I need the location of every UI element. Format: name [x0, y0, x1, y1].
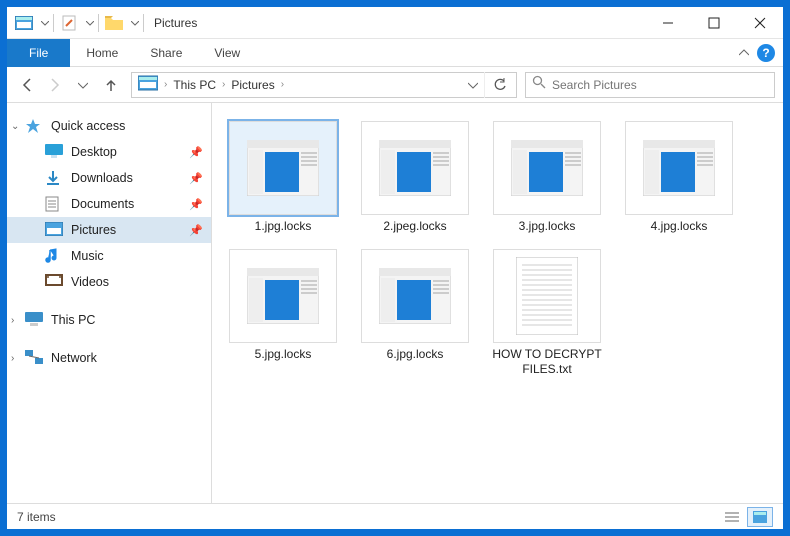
pictures-folder-icon — [138, 75, 158, 95]
close-button[interactable] — [737, 7, 783, 39]
sidebar-label: Downloads — [71, 171, 133, 185]
tab-view[interactable]: View — [198, 39, 256, 67]
tab-share[interactable]: Share — [134, 39, 198, 67]
files-pane[interactable]: 1.jpg.locks 2.jpeg.locks 3.jpg.locks 4.jpg.… — [212, 103, 783, 503]
file-thumbnail — [229, 121, 337, 215]
breadcrumb-pictures[interactable]: Pictures — [227, 73, 278, 97]
titlebar: Pictures — [7, 7, 783, 39]
chevron-down-icon[interactable] — [41, 14, 49, 32]
file-item[interactable]: 2.jpeg.locks — [354, 117, 476, 239]
file-thumbnail — [493, 121, 601, 215]
chevron-right-icon[interactable]: › — [162, 79, 169, 90]
file-item[interactable]: 5.jpg.locks — [222, 245, 344, 382]
sidebar-label: Videos — [71, 275, 109, 289]
forward-button[interactable] — [43, 73, 67, 97]
maximize-button[interactable] — [691, 7, 737, 39]
file-name: 3.jpg.locks — [519, 219, 576, 235]
downloads-icon — [45, 170, 63, 186]
ribbon: File Home Share View ? — [7, 39, 783, 67]
sidebar-this-pc[interactable]: › This PC — [7, 307, 211, 333]
desktop-icon — [45, 144, 63, 160]
properties-icon[interactable] — [58, 12, 80, 34]
file-thumbnail — [493, 249, 601, 343]
computer-icon — [25, 312, 43, 328]
sidebar-label: Network — [51, 351, 97, 365]
sidebar-item-pictures[interactable]: Pictures 📌 — [7, 217, 211, 243]
file-item[interactable]: 4.jpg.locks — [618, 117, 740, 239]
pin-icon: 📌 — [189, 146, 203, 159]
thumbnails-view-button[interactable] — [747, 507, 773, 527]
pictures-icon — [45, 222, 63, 238]
file-item[interactable]: 6.jpg.locks — [354, 245, 476, 382]
sidebar-label: Desktop — [71, 145, 117, 159]
file-name: HOW TO DECRYPT FILES.txt — [492, 347, 602, 378]
details-view-button[interactable] — [719, 507, 745, 527]
file-name: 1.jpg.locks — [255, 219, 312, 235]
sidebar-label: This PC — [51, 313, 95, 327]
sidebar-item-music[interactable]: Music — [7, 243, 211, 269]
sidebar-label: Pictures — [71, 223, 116, 237]
pin-icon: 📌 — [189, 172, 203, 185]
explorer-window: PCrisk.com Pictures F — [6, 6, 784, 530]
up-button[interactable] — [99, 73, 123, 97]
videos-icon — [45, 274, 63, 290]
item-count: 7 items — [17, 510, 56, 524]
breadcrumb-this-pc[interactable]: This PC — [169, 73, 220, 97]
chevron-right-icon[interactable]: › — [279, 79, 286, 90]
sidebar-item-documents[interactable]: Documents 📌 — [7, 191, 211, 217]
file-name: 4.jpg.locks — [651, 219, 708, 235]
help-icon[interactable]: ? — [757, 44, 775, 62]
minimize-button[interactable] — [645, 7, 691, 39]
sidebar-label: Music — [71, 249, 104, 263]
sidebar-label: Quick access — [51, 119, 125, 133]
chevron-right-icon[interactable]: › — [220, 79, 227, 90]
sidebar-item-downloads[interactable]: Downloads 📌 — [7, 165, 211, 191]
recent-dropdown[interactable] — [71, 73, 95, 97]
navigation-bar: › This PC › Pictures › — [7, 67, 783, 103]
navigation-pane: ⌄ Quick access Desktop 📌 Downloads 📌 Doc… — [7, 103, 212, 503]
statusbar: 7 items — [7, 503, 783, 529]
file-name: 6.jpg.locks — [387, 347, 444, 363]
sidebar-network[interactable]: › Network — [7, 345, 211, 371]
sidebar-item-videos[interactable]: Videos — [7, 269, 211, 295]
search-box[interactable] — [525, 72, 775, 98]
search-icon — [532, 75, 546, 94]
documents-icon — [45, 196, 63, 212]
window-title: Pictures — [154, 16, 197, 30]
file-item[interactable]: 3.jpg.locks — [486, 117, 608, 239]
network-icon — [25, 350, 43, 366]
file-thumbnail — [625, 121, 733, 215]
tab-home[interactable]: Home — [70, 39, 134, 67]
chevron-down-icon[interactable] — [86, 14, 94, 32]
search-input[interactable] — [552, 78, 768, 92]
sidebar-item-desktop[interactable]: Desktop 📌 — [7, 139, 211, 165]
file-thumbnail — [229, 249, 337, 343]
tree-toggle-icon[interactable]: ⌄ — [11, 121, 19, 132]
file-name: 2.jpeg.locks — [383, 219, 446, 235]
tree-toggle-icon[interactable]: › — [11, 353, 14, 364]
file-tab[interactable]: File — [7, 39, 70, 67]
tree-toggle-icon[interactable]: › — [11, 315, 14, 326]
expand-ribbon-icon[interactable] — [739, 44, 749, 62]
back-button[interactable] — [15, 73, 39, 97]
file-thumbnail — [361, 121, 469, 215]
chevron-down-icon[interactable] — [131, 14, 139, 32]
file-thumbnail — [361, 249, 469, 343]
refresh-button[interactable] — [484, 72, 514, 98]
file-item[interactable]: 1.jpg.locks — [222, 117, 344, 239]
address-dropdown-icon[interactable] — [462, 76, 484, 94]
star-icon — [25, 118, 43, 134]
sidebar-quick-access[interactable]: ⌄ Quick access — [7, 113, 211, 139]
pin-icon: 📌 — [189, 198, 203, 211]
pin-icon: 📌 — [189, 224, 203, 237]
file-item[interactable]: HOW TO DECRYPT FILES.txt — [486, 245, 608, 382]
music-icon — [45, 248, 63, 264]
folder-icon — [103, 12, 125, 34]
file-name: 5.jpg.locks — [255, 347, 312, 363]
app-icon — [13, 12, 35, 34]
address-bar[interactable]: › This PC › Pictures › — [131, 72, 517, 98]
sidebar-label: Documents — [71, 197, 134, 211]
